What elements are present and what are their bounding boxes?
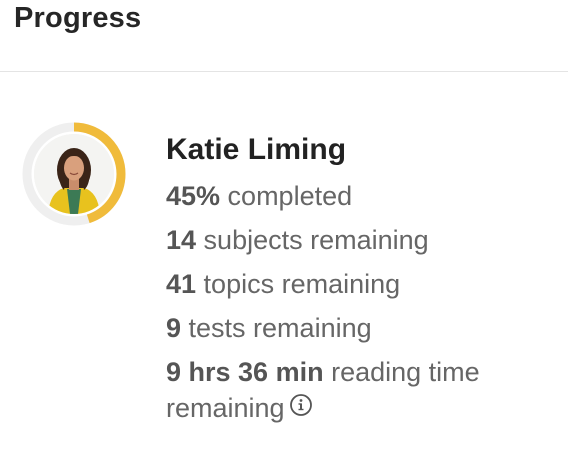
info-circle-icon[interactable] bbox=[289, 390, 313, 426]
stat-reading-time: 9 hrs 36 min reading time remaining bbox=[166, 350, 556, 428]
stat-subjects-label: subjects remaining bbox=[196, 225, 429, 255]
stat-topics: 41 topics remaining bbox=[166, 262, 556, 306]
avatar bbox=[34, 134, 114, 214]
stat-topics-value: 41 bbox=[166, 269, 197, 299]
stat-tests-label: tests remaining bbox=[181, 313, 372, 343]
progress-details: Katie Liming 45% completed 14 subjects r… bbox=[166, 128, 556, 428]
user-name: Katie Liming bbox=[166, 133, 347, 166]
stat-reading-value: 9 hrs 36 min bbox=[166, 357, 324, 387]
avatar-progress-ring bbox=[22, 122, 126, 226]
stat-subjects: 14 subjects remaining bbox=[166, 218, 556, 262]
stat-tests-value: 9 bbox=[166, 313, 182, 343]
user-photo-icon bbox=[34, 134, 114, 214]
stat-completed-label: completed bbox=[220, 181, 353, 211]
progress-header: Progress bbox=[0, 0, 568, 72]
stat-tests: 9 tests remaining bbox=[166, 306, 556, 350]
stat-topics-label: topics remaining bbox=[196, 269, 401, 299]
page-title: Progress bbox=[14, 2, 142, 34]
stat-completed-value: 45% bbox=[166, 181, 221, 211]
stat-completed: 45% completed bbox=[166, 174, 556, 218]
stat-subjects-value: 14 bbox=[166, 225, 197, 255]
